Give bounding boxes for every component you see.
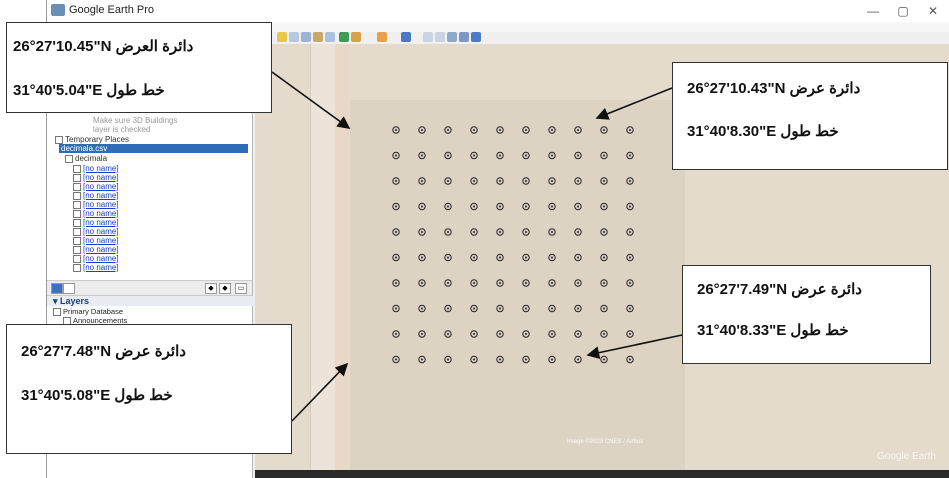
arrow-icon [271, 71, 351, 129]
callout-bottom-left-lon: 31°40'5.08"E خط طول [21, 387, 173, 404]
callout-bottom-left-lat: 26°27'7.48"N دائرة عرض [21, 343, 186, 360]
callout-top-right: 26°27'10.43"N دائرة عرض 31°40'8.30"E خط … [672, 62, 948, 170]
callout-top-right-lon: 31°40'8.30"E خط طول [687, 123, 839, 140]
callout-top-right-lat: 26°27'10.43"N دائرة عرض [687, 80, 861, 97]
callout-bottom-right-lon: 31°40'8.33"E خط طول [697, 322, 849, 339]
callout-top-left-lat: 26°27'10.45"N دائرة العرض [13, 38, 194, 55]
callout-bottom-right-lat: 26°27'7.49"N دائرة عرض [697, 281, 862, 298]
callout-top-left: 26°27'10.45"N دائرة العرض 31°40'5.04"E خ… [6, 22, 272, 113]
arrow-icon [595, 87, 673, 120]
arrow-icon [586, 334, 683, 359]
arrow-icon [291, 362, 349, 422]
callout-top-left-lon: 31°40'5.04"E خط طول [13, 82, 165, 99]
callout-bottom-left: 26°27'7.48"N دائرة عرض 31°40'5.08"E خط ط… [6, 324, 292, 454]
callout-bottom-right: 26°27'7.49"N دائرة عرض 31°40'8.33"E خط ط… [682, 265, 931, 364]
